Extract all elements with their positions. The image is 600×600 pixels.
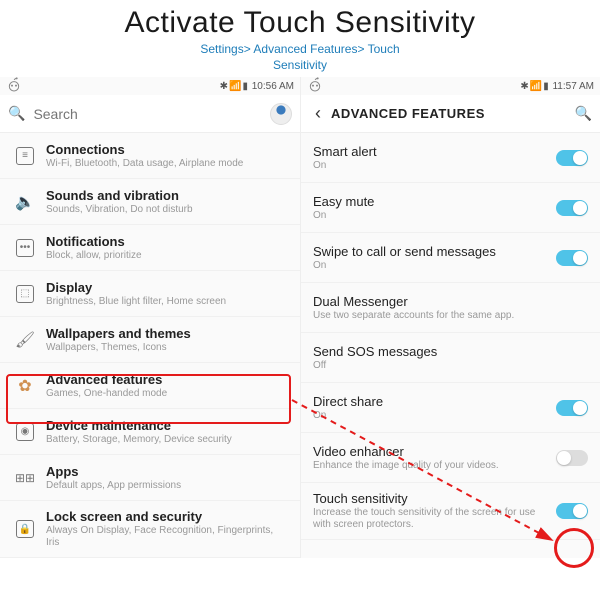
row-swipe-call[interactable]: Swipe to call or send messagesOn	[301, 233, 600, 283]
avatar[interactable]	[270, 103, 292, 125]
search-icon: 🔍	[8, 105, 25, 122]
row-wallpapers[interactable]: 🖌Wallpapers and themesWallpapers, Themes…	[0, 317, 300, 363]
wallpaper-icon: 🖌	[16, 331, 34, 349]
row-video-enhancer[interactable]: Video enhancerEnhance the image quality …	[301, 433, 600, 483]
settings-list: ≡ConnectionsWi-Fi, Bluetooth, Data usage…	[0, 133, 300, 558]
row-dual-messenger[interactable]: Dual MessengerUse two separate accounts …	[301, 283, 600, 333]
toggle-touch-sensitivity[interactable]	[556, 503, 588, 519]
row-direct-share[interactable]: Direct shareOn	[301, 383, 600, 433]
bluetooth-icon: ✱	[520, 81, 528, 92]
search-icon[interactable]: 🔍	[575, 105, 592, 122]
breadcrumb: Settings> Advanced Features> Touch Sensi…	[0, 42, 600, 73]
connections-icon: ≡	[16, 147, 34, 165]
notifications-icon: •••	[16, 239, 34, 257]
toggle-video-enhancer[interactable]	[556, 450, 588, 466]
row-maintenance[interactable]: ◉Device maintenanceBattery, Storage, Mem…	[0, 409, 300, 455]
features-list: Smart alertOn Easy muteOn Swipe to call …	[301, 133, 600, 540]
reddit-icon	[307, 77, 323, 93]
header-title: ADVANCED FEATURES	[331, 106, 575, 121]
battery-icon: ▮	[543, 81, 549, 92]
display-icon: ⬚	[16, 285, 34, 303]
toggle-smart-alert[interactable]	[556, 150, 588, 166]
row-connections[interactable]: ≡ConnectionsWi-Fi, Bluetooth, Data usage…	[0, 133, 300, 179]
row-display[interactable]: ⬚DisplayBrightness, Blue light filter, H…	[0, 271, 300, 317]
search-input[interactable]	[33, 106, 270, 122]
screen-settings: ✱📶▮ 10:56 AM 🔍 ≡ConnectionsWi-Fi, Blueto…	[0, 77, 300, 558]
toggle-easy-mute[interactable]	[556, 200, 588, 216]
signal-icon: 📶	[530, 81, 542, 92]
instruction-header: Activate Touch Sensitivity Settings> Adv…	[0, 0, 600, 77]
sound-icon: 🔈	[16, 193, 34, 211]
status-time: 11:57 AM	[552, 81, 594, 92]
row-lock[interactable]: 🔒Lock screen and securityAlways On Displ…	[0, 501, 300, 558]
row-apps[interactable]: ⊞⊞AppsDefault apps, App permissions	[0, 455, 300, 501]
row-sounds[interactable]: 🔈Sounds and vibrationSounds, Vibration, …	[0, 179, 300, 225]
toggle-swipe-call[interactable]	[556, 250, 588, 266]
signal-icon: 📶	[229, 81, 241, 92]
toggle-direct-share[interactable]	[556, 400, 588, 416]
page-title: Activate Touch Sensitivity	[0, 6, 600, 40]
battery-icon: ▮	[242, 81, 248, 92]
row-smart-alert[interactable]: Smart alertOn	[301, 133, 600, 183]
row-touch-sensitivity[interactable]: Touch sensitivityIncrease the touch sens…	[301, 483, 600, 540]
reddit-icon	[6, 77, 22, 93]
lock-icon: 🔒	[16, 520, 34, 538]
bluetooth-icon: ✱	[220, 81, 228, 92]
screen-advanced-features: ✱📶▮ 11:57 AM ‹ ADVANCED FEATURES 🔍 Smart…	[300, 77, 600, 558]
back-button[interactable]: ‹	[309, 103, 327, 124]
apps-icon: ⊞⊞	[16, 469, 34, 487]
row-easy-mute[interactable]: Easy muteOn	[301, 183, 600, 233]
advanced-icon: ✿	[16, 377, 34, 395]
row-sos[interactable]: Send SOS messagesOff	[301, 333, 600, 383]
maintenance-icon: ◉	[16, 423, 34, 441]
search-bar[interactable]: 🔍	[0, 95, 300, 133]
status-time: 10:56 AM	[252, 81, 294, 92]
status-bar: ✱📶▮ 10:56 AM	[0, 77, 300, 95]
screen-header: ‹ ADVANCED FEATURES 🔍	[301, 95, 600, 133]
row-notifications[interactable]: •••NotificationsBlock, allow, prioritize	[0, 225, 300, 271]
row-advanced[interactable]: ✿Advanced featuresGames, One-handed mode	[0, 363, 300, 409]
status-bar: ✱📶▮ 11:57 AM	[301, 77, 600, 95]
